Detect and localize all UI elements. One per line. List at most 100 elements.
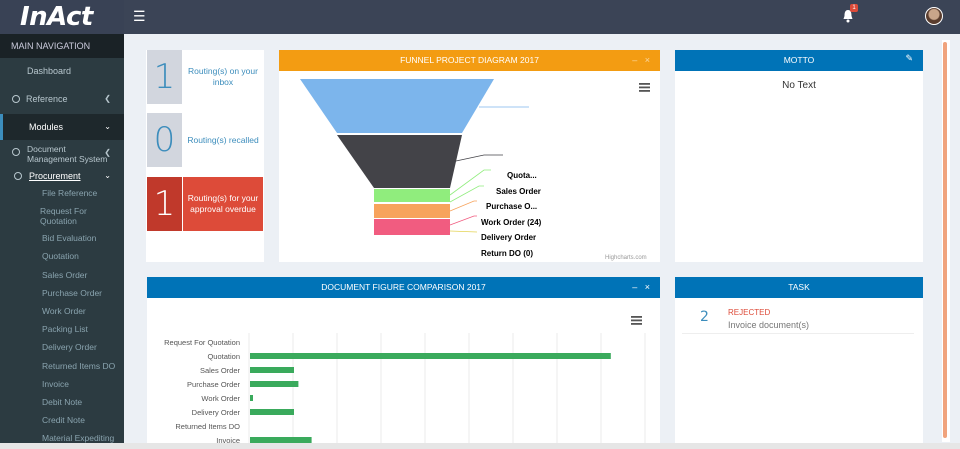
collapse-icon[interactable]: –: [632, 282, 637, 292]
category-label: Request For Quotation: [164, 338, 240, 347]
submenu-work-order[interactable]: Work Order: [0, 301, 124, 321]
submenu-label: Request For Quotation: [40, 206, 87, 227]
funnel-panel-header: FUNNEL PROJECT DIAGRAM 2017 – ×: [279, 50, 660, 71]
chart-menu-icon[interactable]: [631, 316, 642, 325]
connector-line: [449, 200, 477, 212]
task-panel-header: TASK: [675, 277, 923, 298]
funnel-label: Delivery Order: [481, 233, 536, 242]
stat-overdue[interactable]: 1 Routing(s) for your approval overdue: [147, 177, 263, 231]
sidebar-item-label: Modules: [29, 122, 64, 132]
chart-menu-icon[interactable]: [639, 83, 650, 92]
menu-toggle-icon[interactable]: ☰: [133, 8, 146, 25]
connector-line: [449, 169, 491, 196]
submenu-purchase-order[interactable]: Purchase Order: [0, 283, 124, 302]
document-bar-chart: Request For Quotation Quotation Sales Orde…: [164, 316, 646, 445]
funnel-panel: FUNNEL PROJECT DIAGRAM 2017 – × Quota...…: [279, 50, 660, 262]
sidebar-header: MAIN NAVIGATION: [0, 34, 124, 58]
chart-credit[interactable]: Highcharts.com: [605, 255, 647, 261]
funnel-label: Return DO (0): [481, 249, 533, 258]
category-label: Delivery Order: [192, 408, 241, 417]
scrollbar-thumb[interactable]: [943, 42, 947, 438]
submenu-invoice[interactable]: Invoice: [0, 374, 124, 393]
circle-icon: [12, 95, 20, 103]
funnel-label: Work Order (24): [481, 218, 542, 227]
stat-label: Routing(s) on your inbox: [183, 50, 263, 104]
task-item[interactable]: 2 REJECTED Invoice document(s): [682, 306, 914, 334]
chevron-left-icon: ❮: [104, 148, 111, 157]
circle-icon: [12, 148, 20, 156]
submenu-packing-list[interactable]: Packing List: [0, 320, 124, 339]
category-label: Quotation: [207, 352, 240, 361]
document-comparison-panel: DOCUMENT FIGURE COMPARISON 2017 – × Requ…: [147, 277, 660, 445]
motto-panel: MOTTO ✎ No Text: [675, 50, 923, 262]
category-label: Work Order: [201, 394, 240, 403]
panel-tools: – ×: [632, 277, 650, 298]
close-icon[interactable]: ×: [645, 282, 650, 292]
funnel-segment[interactable]: [374, 229, 450, 235]
funnel-segment[interactable]: [374, 204, 450, 218]
sidebar: MAIN NAVIGATION Dashboard Reference ❮ Mo…: [0, 34, 124, 449]
connector-line: [449, 215, 477, 226]
bar[interactable]: [250, 367, 294, 373]
panel-title: MOTTO: [783, 55, 815, 65]
stat-label: Routing(s) for your approval overdue: [183, 177, 263, 231]
connector-line: [449, 230, 478, 233]
task-status: REJECTED: [728, 308, 771, 317]
submenu-file-reference[interactable]: File Reference: [0, 184, 124, 203]
chevron-left-icon: ❮: [104, 94, 111, 103]
collapse-icon[interactable]: –: [632, 55, 637, 65]
funnel-label: Purchase O...: [486, 202, 537, 211]
bar[interactable]: [250, 395, 253, 401]
sidebar-item-label: Reference: [26, 94, 68, 104]
category-label: Returned Items DO: [175, 422, 240, 431]
panel-title: TASK: [788, 282, 810, 292]
task-count: 2: [700, 309, 709, 325]
task-description: Invoice document(s): [728, 320, 810, 330]
motto-panel-header: MOTTO ✎: [675, 50, 923, 71]
edit-icon[interactable]: ✎: [905, 48, 913, 69]
stat-recalled[interactable]: 0 Routing(s) recalled: [147, 113, 263, 167]
bar[interactable]: [250, 381, 299, 387]
submenu-returned-items-do[interactable]: Returned Items DO: [0, 356, 124, 375]
sidebar-item-dms[interactable]: Document Management System ❮: [0, 140, 124, 168]
panel-title: DOCUMENT FIGURE COMPARISON 2017: [321, 282, 486, 292]
task-panel: TASK 2 REJECTED Invoice document(s): [675, 277, 923, 445]
horizontal-scrollbar[interactable]: [0, 443, 960, 449]
funnel-segment[interactable]: [300, 79, 494, 133]
sidebar-item-modules[interactable]: Modules ⌄: [0, 114, 124, 140]
submenu-quotation[interactable]: Quotation: [0, 247, 124, 266]
user-avatar[interactable]: [925, 7, 943, 25]
connector-line: [455, 154, 503, 162]
funnel-label: Sales Order: [496, 187, 541, 196]
chevron-down-icon: ⌄: [104, 171, 111, 180]
submenu-sales-order[interactable]: Sales Order: [0, 265, 124, 284]
submenu-request-for-quotation[interactable]: Request For Quotation: [0, 202, 124, 230]
funnel-chart: Quota... Sales Order Purchase O... Work …: [300, 79, 650, 261]
sidebar-item-procurement[interactable]: Procurement ⌄: [0, 168, 124, 184]
funnel-segment[interactable]: [374, 189, 450, 202]
motto-text: No Text: [782, 80, 816, 91]
submenu-credit-note[interactable]: Credit Note: [0, 411, 124, 430]
app-logo[interactable]: InAct: [0, 0, 124, 34]
stat-count: 0: [147, 113, 182, 167]
sidebar-item-dashboard[interactable]: Dashboard: [0, 58, 124, 84]
stat-count: 1: [147, 50, 182, 104]
document-panel-header: DOCUMENT FIGURE COMPARISON 2017 – ×: [147, 277, 660, 298]
panel-tools: – ×: [632, 50, 650, 71]
funnel-segment[interactable]: [337, 135, 462, 188]
connector-line: [449, 185, 484, 203]
sidebar-item-label: Dashboard: [27, 66, 72, 76]
stat-count: 1: [147, 177, 182, 231]
chevron-down-icon: ⌄: [104, 122, 111, 131]
funnel-label: Quota...: [507, 171, 537, 180]
close-icon[interactable]: ×: [645, 55, 650, 65]
sidebar-item-label: Procurement: [29, 171, 81, 181]
bar[interactable]: [250, 353, 611, 359]
bar[interactable]: [250, 409, 294, 415]
stat-inbox[interactable]: 1 Routing(s) on your inbox: [147, 50, 263, 104]
submenu-debit-note[interactable]: Debit Note: [0, 392, 124, 412]
sidebar-item-reference[interactable]: Reference ❮: [0, 84, 124, 114]
category-label: Sales Order: [200, 366, 241, 375]
submenu-bid-evaluation[interactable]: Bid Evaluation: [0, 229, 124, 248]
submenu-delivery-order[interactable]: Delivery Order: [0, 338, 124, 357]
